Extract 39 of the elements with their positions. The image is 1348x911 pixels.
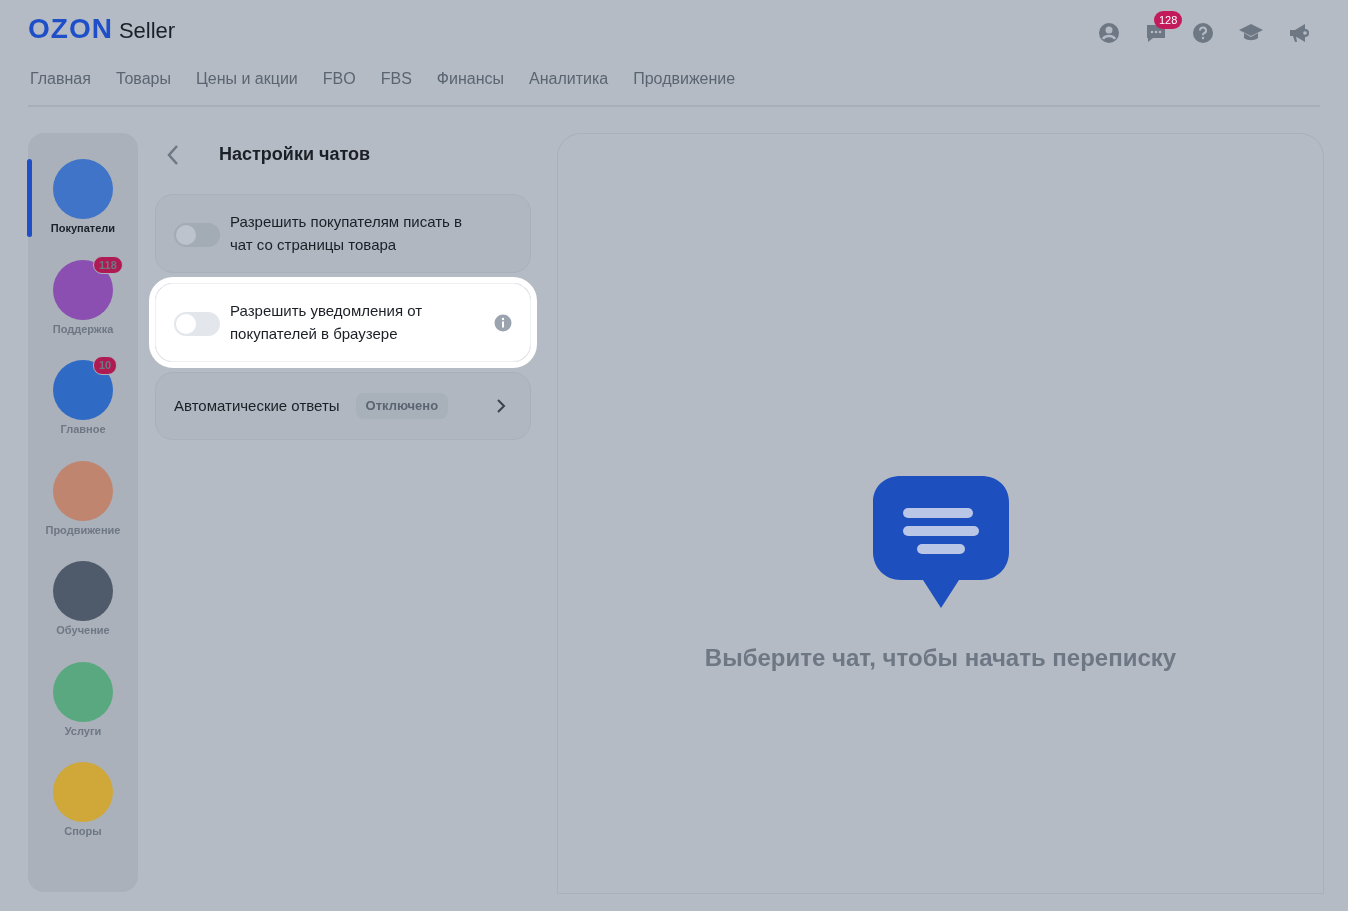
nav-link[interactable]: Финансы xyxy=(436,67,504,91)
setting-label: Разрешить уведомления от покупателей в браузере xyxy=(230,301,424,344)
logo[interactable]: OZON xyxy=(28,15,113,43)
megaphone-icon[interactable] xyxy=(1288,21,1312,44)
logo-subtitle: Seller xyxy=(118,17,176,45)
nav-link[interactable]: FBS xyxy=(380,67,412,91)
status-tag: Отключено xyxy=(355,393,449,419)
empty-state-message: Выберите чат, чтобы начать переписку xyxy=(704,643,1177,673)
settings-title: Настройки чатов xyxy=(219,143,371,166)
toggle-switch[interactable] xyxy=(174,222,220,247)
settings-card[interactable]: Автоматические ответы Отключено xyxy=(155,372,531,440)
chevron-right-icon xyxy=(496,398,506,414)
toggle-switch[interactable] xyxy=(174,311,220,336)
info-icon[interactable] xyxy=(494,313,512,332)
notification-badge: 128 xyxy=(1154,10,1183,29)
count-badge: 118 xyxy=(93,255,123,274)
chat-icon[interactable] xyxy=(1144,22,1168,45)
sidebar-item[interactable]: Споры xyxy=(28,762,138,840)
chat-bubble-icon xyxy=(870,474,1011,610)
nav-link[interactable]: Аналитика xyxy=(529,67,609,91)
nav-link[interactable]: Товары xyxy=(115,67,171,91)
count-badge: 10 xyxy=(93,356,118,375)
setting-label: Разрешить покупателям писать в чат со страницы товара xyxy=(230,212,464,255)
nav-link[interactable]: Главная xyxy=(30,67,91,91)
setting-label: Автоматические ответы xyxy=(174,395,340,416)
category-icon xyxy=(53,360,113,420)
nav-link[interactable]: FBO xyxy=(322,67,356,91)
nav-link[interactable]: Цены и акции xyxy=(195,67,298,91)
category-icon xyxy=(53,561,113,621)
category-icon xyxy=(53,762,113,822)
sidebar-item[interactable]: Услуги xyxy=(28,661,138,739)
nav-link[interactable]: Продвижение xyxy=(633,67,736,91)
graduation-cap-icon[interactable] xyxy=(1238,22,1264,43)
category-icon xyxy=(53,159,113,219)
sidebar-item[interactable]: Покупатели xyxy=(28,159,138,237)
sidebar-item[interactable]: Продвижение xyxy=(28,460,138,538)
help-icon[interactable] xyxy=(1192,21,1214,44)
profile-icon[interactable] xyxy=(1098,21,1120,44)
sidebar-item[interactable]: Обучение xyxy=(28,561,138,639)
